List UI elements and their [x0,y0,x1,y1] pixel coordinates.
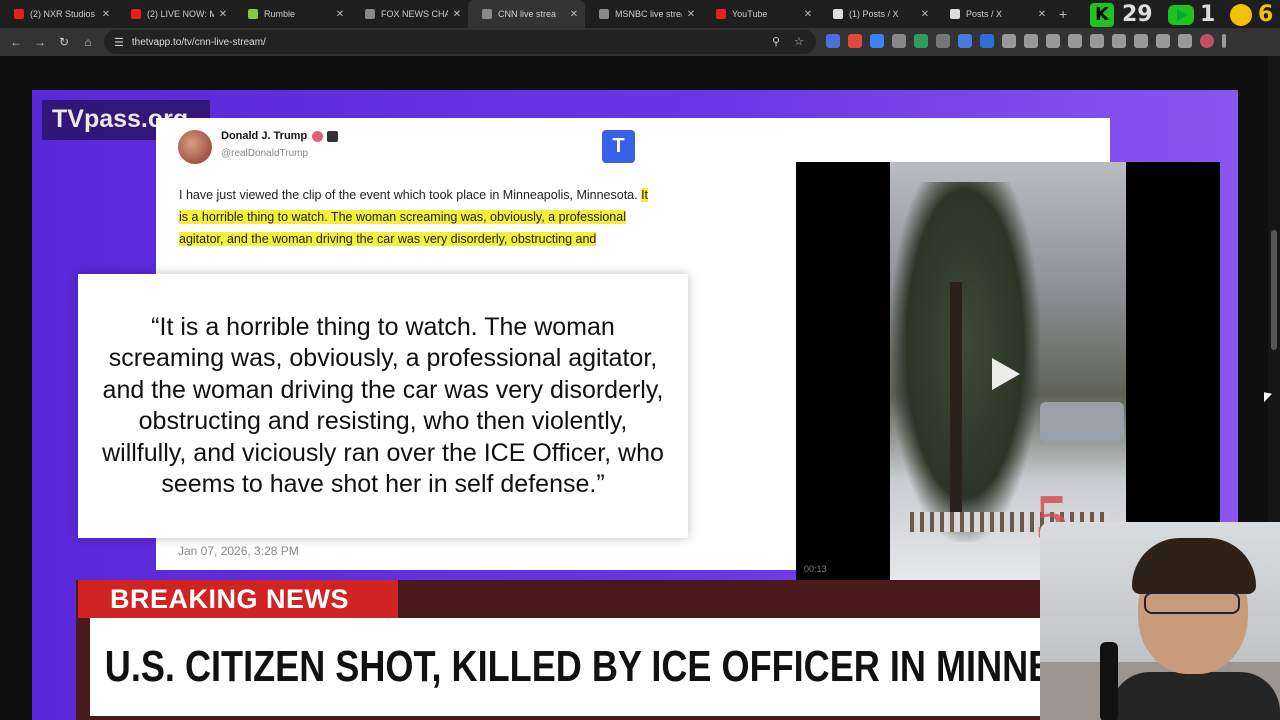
browser-tab[interactable]: FOX NEWS CHANNEL ✕ [351,0,468,28]
extension-icon[interactable] [848,34,862,48]
post-date: Jan 07, 2026, 3:28 PM [178,544,299,558]
extension-icon[interactable] [870,34,884,48]
extension-icon[interactable] [1068,34,1082,48]
reload-icon[interactable]: ↻ [52,35,76,49]
close-icon[interactable]: ✕ [686,9,696,20]
tab-favicon-icon [482,9,492,19]
browser-tab[interactable]: (2) LIVE NOW: Minn ✕ [117,0,234,28]
tab-label: FOX NEWS CHANNEL [381,9,448,19]
scrollbar-thumb[interactable] [1271,230,1277,350]
tab-label: (1) Posts / X [849,9,899,19]
extension-icon[interactable] [1024,34,1038,48]
mouse-cursor-icon [1264,392,1272,404]
webcam-overlay [1040,522,1280,720]
breaking-news-tag: BREAKING NEWS [78,580,398,618]
person-shirt [1110,672,1280,720]
headline-banner: U.S. CITIZEN SHOT, KILLED BY ICE OFFICER… [90,618,1091,716]
extension-counter: 1 [1200,2,1216,27]
person-glasses [1144,592,1240,614]
profile-avatar[interactable] [1200,34,1214,48]
close-icon[interactable]: ✕ [335,9,345,20]
tab-label: (2) NXR Studios - Yo [30,9,97,19]
browser-tab-strip: (2) NXR Studios - Yo ✕ (2) LIVE NOW: Minn ✕… [0,0,1280,28]
tab-label: MSNBC live stream [615,9,682,19]
tree-trunk [950,282,962,532]
close-icon[interactable]: ✕ [101,9,111,20]
tab-label: Rumble [264,9,296,19]
face-extension-icon[interactable] [1230,4,1252,26]
extension-icon[interactable] [1046,34,1060,48]
tab-label: Posts / X [966,9,1003,19]
close-icon[interactable]: ✕ [452,9,462,20]
tab-favicon-icon [248,9,258,19]
parked-cars [1040,402,1124,442]
extension-icon[interactable] [1090,34,1104,48]
tab-label: CNN live strea [498,9,557,19]
tab-favicon-icon [131,9,141,19]
browser-tab[interactable]: MSNBC live stream ✕ [585,0,702,28]
address-bar[interactable]: ☰ thetvapp.to/tv/cnn-live-stream/ ⚲ ☆ [104,30,816,54]
post-text: I have just viewed the clip of the event… [179,184,649,250]
kick-extension-icon[interactable]: K [1090,3,1114,27]
tab-favicon-icon [833,9,843,19]
post-text-plain: I have just viewed the clip of the event… [179,188,642,202]
address-url: thetvapp.to/tv/cnn-live-stream/ [131,36,266,48]
extension-icon[interactable] [1134,34,1148,48]
extension-icon[interactable] [936,34,950,48]
browser-tab[interactable]: YouTube ✕ [702,0,819,28]
browser-tab[interactable]: Posts / X ✕ [936,0,1053,28]
extension-counter: 29 [1122,2,1153,27]
video-timecode: 00:13 [804,564,827,574]
extension-icon[interactable] [1178,34,1192,48]
badge-icon [327,131,338,142]
close-icon[interactable]: ✕ [218,9,228,20]
extension-icon[interactable] [826,34,840,48]
tab-favicon-icon [716,9,726,19]
tab-label: YouTube [732,9,768,19]
social-post-card: Donald J. Trump @realDonaldTrump T I hav… [78,118,1220,586]
home-icon[interactable]: ⌂ [76,35,100,49]
forward-icon[interactable]: → [28,35,52,49]
site-info-icon[interactable]: ☰ [114,36,124,49]
person-hair [1132,538,1256,594]
tab-favicon-icon [950,9,960,19]
browser-tab[interactable]: (1) Posts / X ✕ [819,0,936,28]
close-icon[interactable]: ✕ [803,9,813,20]
extension-icon[interactable] [1112,34,1126,48]
menu-icon[interactable] [1222,34,1226,48]
browser-tab[interactable]: Rumble ✕ [234,0,351,28]
extension-icon[interactable] [1002,34,1016,48]
new-tab-icon[interactable]: + [1059,6,1067,22]
browser-tab[interactable]: CNN live strea ✕ [468,0,585,28]
close-icon[interactable]: ✕ [920,9,930,20]
avatar [178,130,212,164]
post-handle: @realDonaldTrump [221,148,309,159]
rumble-play-icon[interactable] [1168,5,1194,25]
tab-favicon-icon [365,9,375,19]
extension-icons [826,34,1226,48]
extension-counter: 6 [1258,2,1274,27]
extension-icon[interactable] [958,34,972,48]
extension-icon[interactable] [980,34,994,48]
back-icon[interactable]: ← [4,35,28,49]
browser-tab[interactable]: (2) NXR Studios - Yo ✕ [0,0,117,28]
truth-social-logo-icon: T [602,130,635,163]
verified-icon [312,131,323,142]
quote-callout: “It is a horrible thing to watch. The wo… [78,274,688,538]
play-icon[interactable] [992,358,1020,390]
post-author: Donald J. Trump [221,130,308,142]
zoom-icon[interactable]: ⚲ [772,35,780,48]
close-icon[interactable]: ✕ [569,9,579,20]
tab-favicon-icon [14,9,24,19]
tab-favicon-icon [599,9,609,19]
close-icon[interactable]: ✕ [1037,9,1047,20]
bookmark-star-icon[interactable]: ☆ [794,35,804,48]
extension-icon[interactable] [1156,34,1170,48]
browser-toolbar: ← → ↻ ⌂ ☰ thetvapp.to/tv/cnn-live-stream… [0,28,1280,56]
tab-label: (2) LIVE NOW: Minn [147,9,214,19]
extension-icon[interactable] [892,34,906,48]
microphone [1100,642,1118,720]
extension-icon[interactable] [914,34,928,48]
